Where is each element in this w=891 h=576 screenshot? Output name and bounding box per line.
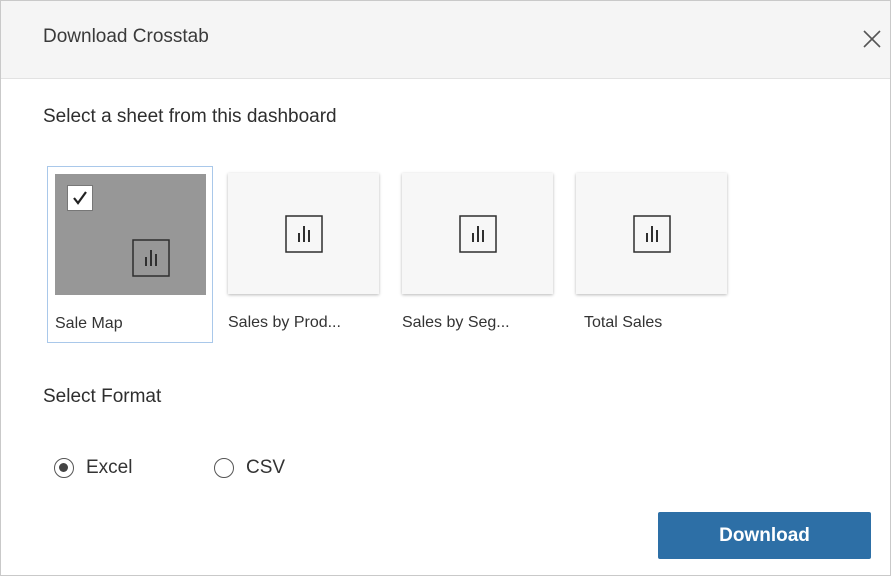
- sheet-checkbox[interactable]: [67, 185, 93, 211]
- bar-chart-icon: [132, 239, 170, 277]
- sheet-card-sales-by-segment[interactable]: Sales by Seg...: [395, 166, 561, 343]
- radio-selected-dot: [59, 463, 68, 472]
- sheet-card-total-sales[interactable]: Total Sales: [569, 166, 735, 343]
- radio-label-excel: Excel: [86, 457, 133, 478]
- sheet-label: Total Sales: [584, 314, 663, 331]
- checkmark-icon: [73, 191, 87, 205]
- bar-chart-icon: [458, 214, 497, 253]
- close-icon[interactable]: [858, 25, 886, 53]
- bar-chart-icon: [284, 214, 323, 253]
- sheet-thumbnail: [55, 174, 206, 295]
- sheet-thumbnail: [576, 173, 727, 294]
- sheet-card-sales-by-product[interactable]: Sales by Prod...: [221, 166, 387, 343]
- bar-chart-icon: [632, 214, 671, 253]
- dialog-header: Download Crosstab: [1, 1, 890, 79]
- download-button[interactable]: Download: [658, 512, 871, 559]
- sheet-label: Sales by Prod...: [228, 314, 341, 331]
- radio-button-csv[interactable]: [214, 458, 234, 478]
- sheet-section-label: Select a sheet from this dashboard: [43, 106, 337, 127]
- format-section-label: Select Format: [43, 386, 162, 407]
- download-crosstab-dialog: Download Crosstab Select a sheet from th…: [0, 0, 891, 576]
- sheet-thumbnail: [228, 173, 379, 294]
- sheet-card-sale-map[interactable]: Sale Map: [47, 166, 213, 343]
- radio-csv[interactable]: CSV: [214, 455, 285, 481]
- sheet-label: Sale Map: [55, 315, 123, 332]
- radio-button-excel[interactable]: [54, 458, 74, 478]
- dialog-title: Download Crosstab: [43, 26, 209, 47]
- sheet-label: Sales by Seg...: [402, 314, 510, 331]
- sheet-thumbnail: [402, 173, 553, 294]
- radio-excel[interactable]: Excel: [54, 455, 132, 481]
- radio-label-csv: CSV: [246, 457, 286, 478]
